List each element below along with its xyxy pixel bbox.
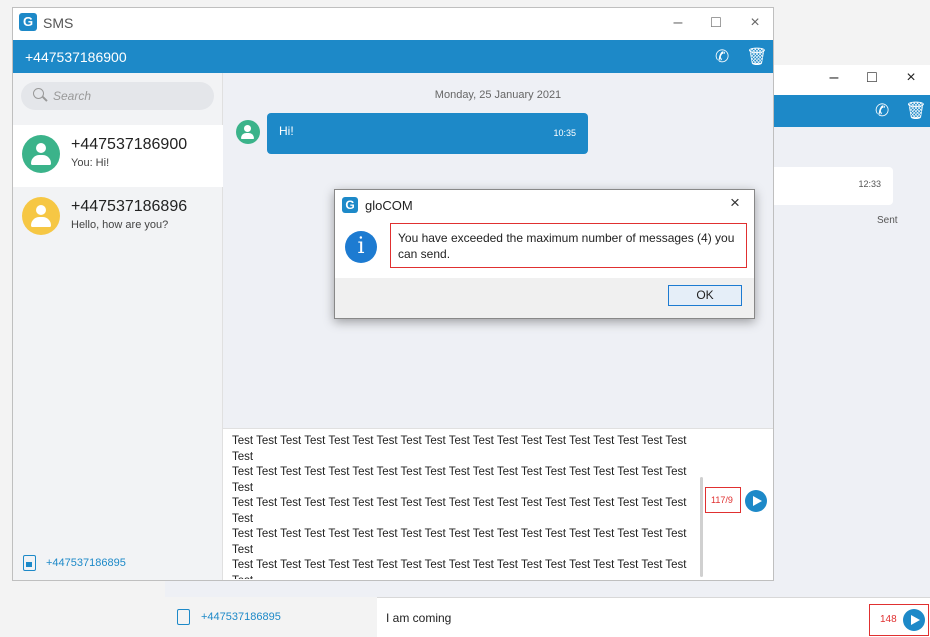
date-separator: Monday, 25 January 2021 bbox=[434, 89, 562, 101]
send-icon[interactable] bbox=[745, 490, 767, 512]
phone-icon[interactable]: ✆ bbox=[715, 47, 729, 67]
conversation-header: +447537186900 ✆ 🗑 bbox=[13, 40, 773, 73]
conversation-sidebar: Search +447537186900 You: Hi! +447537186… bbox=[13, 73, 223, 580]
dialog-button-bar: OK bbox=[335, 278, 754, 318]
sim-card-icon bbox=[177, 609, 190, 625]
background-sidebar-footer: +447537186895 bbox=[165, 597, 377, 637]
dialog-close-button[interactable]: × bbox=[722, 193, 748, 217]
window-title: SMS bbox=[43, 15, 74, 31]
trash-icon[interactable]: 🗑 bbox=[905, 101, 927, 121]
ok-button[interactable]: OK bbox=[668, 285, 742, 306]
background-maximize-button[interactable]: □ bbox=[857, 69, 887, 87]
glocom-logo-icon: G bbox=[342, 197, 358, 213]
background-close-button[interactable]: × bbox=[896, 69, 926, 87]
trash-icon[interactable]: 🗑 bbox=[746, 47, 768, 67]
conversation-name: +447537186900 bbox=[71, 136, 188, 153]
composer-scrollbar[interactable] bbox=[700, 477, 703, 577]
conversation-item[interactable]: +447537186900 You: Hi! bbox=[13, 125, 223, 187]
send-icon[interactable] bbox=[903, 609, 925, 631]
conversation-title: +447537186900 bbox=[25, 49, 127, 65]
sender-number[interactable]: +447537186895 bbox=[46, 557, 126, 569]
search-input[interactable]: Search bbox=[21, 82, 214, 110]
message-input-text[interactable]: I am coming bbox=[386, 611, 451, 625]
message-time: 10:35 bbox=[553, 128, 576, 138]
conversation-preview: Hello, how are you? bbox=[71, 219, 169, 231]
conversation-name: +447537186896 bbox=[71, 198, 188, 215]
glocom-logo-icon: G bbox=[19, 13, 37, 31]
message-bubble: Hi! 10:35 bbox=[267, 113, 588, 154]
avatar bbox=[236, 120, 260, 144]
dialog-message: You have exceeded the maximum number of … bbox=[398, 231, 735, 261]
maximize-button[interactable]: □ bbox=[701, 14, 731, 32]
char-count-highlight: 148 bbox=[869, 604, 929, 636]
avatar bbox=[22, 135, 60, 173]
background-minimize-button[interactable]: – bbox=[819, 69, 849, 87]
titlebar: G SMS – □ × bbox=[13, 8, 773, 40]
dialog-title: gloCOM bbox=[365, 198, 413, 213]
info-icon: i bbox=[345, 231, 377, 263]
dialog-message-highlight: You have exceeded the maximum number of … bbox=[390, 223, 747, 268]
message-text: Hi! bbox=[279, 124, 294, 138]
search-placeholder: Search bbox=[53, 89, 92, 103]
sender-number[interactable]: +447537186895 bbox=[201, 611, 281, 623]
message-composer[interactable]: Test Test Test Test Test Test Test Test … bbox=[223, 428, 773, 580]
sidebar-footer: +447537186895 bbox=[13, 543, 222, 580]
conversation-preview: You: Hi! bbox=[71, 157, 110, 169]
minimize-button[interactable]: – bbox=[663, 14, 693, 32]
avatar bbox=[22, 197, 60, 235]
phone-icon[interactable]: ✆ bbox=[875, 101, 889, 121]
char-count: 117/9 bbox=[711, 495, 733, 505]
close-button[interactable]: × bbox=[740, 14, 770, 32]
message-time: 12:33 bbox=[858, 179, 881, 189]
sim-card-icon bbox=[23, 555, 36, 571]
search-icon bbox=[33, 88, 44, 99]
char-count: 148 bbox=[880, 614, 897, 625]
message-input[interactable]: Test Test Test Test Test Test Test Test … bbox=[232, 434, 696, 579]
char-count-highlight: 117/9 bbox=[705, 487, 741, 513]
background-message-bubble: 12:33 bbox=[765, 167, 893, 205]
conversation-item[interactable]: +447537186896 Hello, how are you? bbox=[13, 187, 223, 249]
alert-dialog: G gloCOM × i You have exceeded the maxim… bbox=[334, 189, 755, 319]
background-message-input[interactable]: I am coming 148 bbox=[377, 597, 930, 637]
message-status: Sent bbox=[877, 215, 898, 226]
